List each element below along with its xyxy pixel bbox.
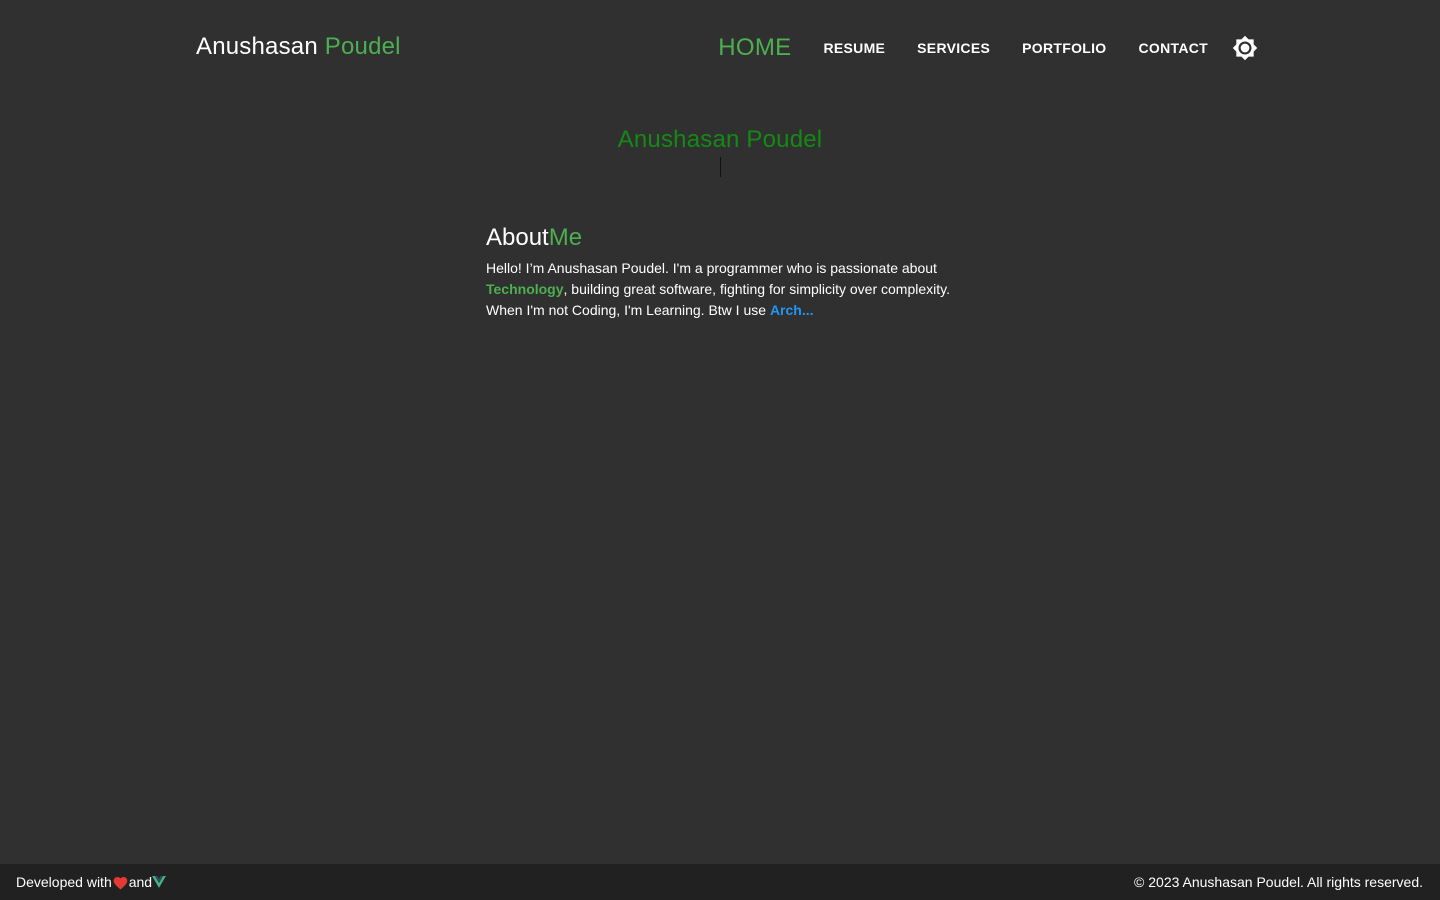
heart-icon <box>112 875 129 890</box>
about-title-accent: Me <box>548 224 583 251</box>
developed-with-text: Developed with <box>16 874 112 890</box>
main-nav: HOME RESUME SERVICES PORTFOLIO CONTACT <box>718 0 1258 96</box>
about-title: AboutMe <box>486 224 966 252</box>
about-text: Hello! I’m Anushasan Poudel. I'm a progr… <box>486 258 966 321</box>
typing-caret <box>719 157 721 177</box>
hero: Anushasan Poudel <box>0 126 1440 177</box>
arch-highlight[interactable]: Arch... <box>770 302 814 318</box>
nav-contact[interactable]: CONTACT <box>1139 40 1209 56</box>
technology-highlight: Technology <box>486 281 564 297</box>
nav-home[interactable]: HOME <box>718 34 791 62</box>
header: Anushasan Poudel HOME RESUME SERVICES PO… <box>0 0 1440 96</box>
nav-resume[interactable]: RESUME <box>823 40 885 56</box>
page: Anushasan Poudel HOME RESUME SERVICES PO… <box>0 0 1440 900</box>
about-title-main: About <box>486 224 549 251</box>
brand-last-name: Poudel <box>324 33 401 60</box>
and-text: and <box>128 874 153 890</box>
about-text-part1: Hello! I’m Anushasan Poudel. I'm a progr… <box>486 260 937 276</box>
copyright: © 2023 Anushasan Poudel. All rights rese… <box>1134 874 1423 890</box>
brand-first-name: Anushasan <box>196 33 318 60</box>
vue-icon <box>152 876 166 888</box>
footer: Developed with and © 2023 Anushasan Poud… <box>0 864 1440 900</box>
about-section: AboutMe Hello! I’m Anushasan Poudel. I'm… <box>486 224 966 321</box>
brand-logo[interactable]: Anushasan Poudel <box>196 33 401 61</box>
sun-icon[interactable] <box>1232 35 1258 61</box>
nav-services[interactable]: SERVICES <box>917 40 990 56</box>
footer-credit: Developed with and <box>16 864 166 900</box>
nav-portfolio[interactable]: PORTFOLIO <box>1022 40 1106 56</box>
hero-name: Anushasan Poudel <box>617 126 823 153</box>
